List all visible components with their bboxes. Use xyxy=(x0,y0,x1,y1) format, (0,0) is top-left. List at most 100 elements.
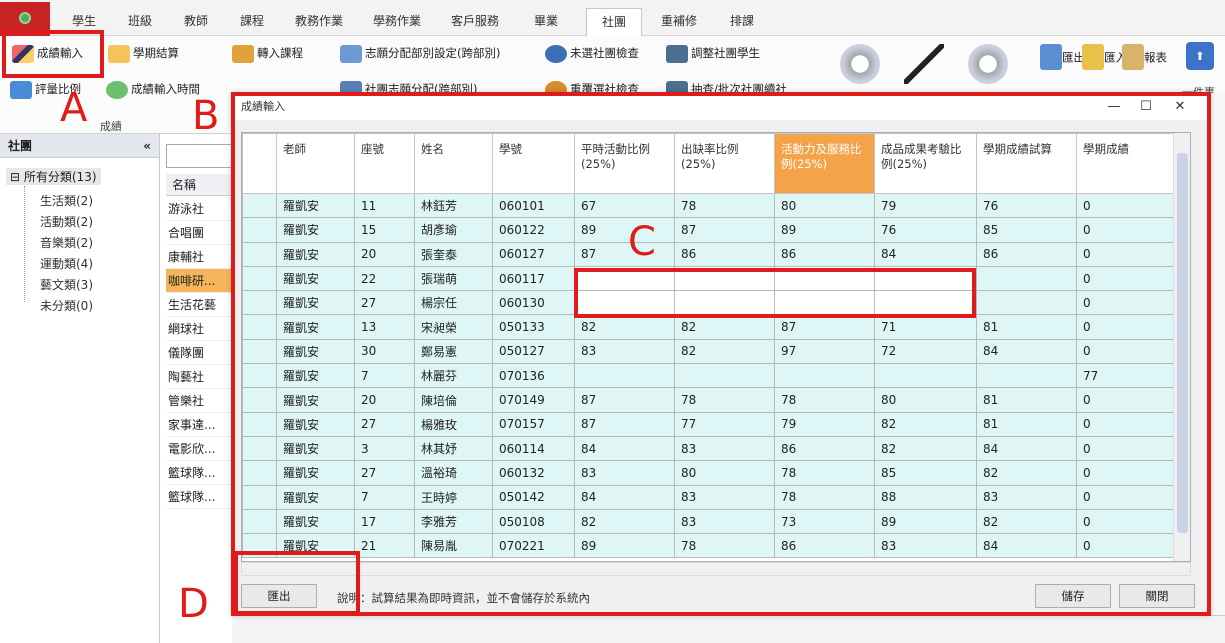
table-cell[interactable]: 86 xyxy=(774,435,875,462)
score-grid[interactable]: 老師 座號 姓名 學號 平時活動比例(25%) 出缺率比例(25%) 活動力及服… xyxy=(241,132,1191,562)
table-cell[interactable]: 80 xyxy=(674,460,775,486)
table-cell[interactable]: 97 xyxy=(774,338,875,365)
tab-student-affairs[interactable]: 學務作業 xyxy=(360,8,434,36)
table-cell[interactable] xyxy=(574,290,675,316)
maximize-icon[interactable]: ☐ xyxy=(1131,94,1161,120)
tree-root[interactable]: ⊟ 所有分類(13) xyxy=(6,168,101,185)
tab-academic[interactable]: 教務作業 xyxy=(282,8,356,36)
semester-settle-button[interactable]: 學期結算 xyxy=(108,42,179,64)
table-cell[interactable] xyxy=(674,363,775,389)
table-cell[interactable]: 84 xyxy=(574,484,675,510)
table-cell[interactable]: 80 xyxy=(774,192,875,219)
row-header-cell[interactable] xyxy=(242,290,277,316)
table-cell[interactable]: 79 xyxy=(774,411,875,437)
table-cell[interactable]: 82 xyxy=(674,314,775,340)
table-cell[interactable]: 86 xyxy=(774,241,875,267)
club-list-item-selected[interactable]: 咖啡研... xyxy=(166,269,232,293)
table-cell[interactable]: 78 xyxy=(774,484,875,510)
tree-item-category[interactable]: 運動類(4) xyxy=(40,255,93,272)
table-cell[interactable]: 84 xyxy=(574,435,675,462)
tree-item-category[interactable]: 生活類(2) xyxy=(40,192,93,209)
app-menu-button[interactable] xyxy=(0,2,50,38)
table-row[interactable]: 羅凱安 27 楊宗任 060130 0 xyxy=(242,290,1175,316)
table-cell[interactable]: 83 xyxy=(574,338,675,365)
wish-setting-button[interactable]: 志願分配部別設定(跨部別) xyxy=(340,42,500,64)
col-header-product-ratio[interactable]: 成品成果考驗比例(25%) xyxy=(874,133,977,194)
table-cell[interactable]: 87 xyxy=(674,217,775,243)
table-cell[interactable] xyxy=(874,265,977,292)
table-row[interactable]: 羅凱安 17 李雅芳 050108 82 83 73 89 82 0 xyxy=(242,508,1175,535)
row-header-cell[interactable] xyxy=(242,192,277,219)
table-cell[interactable]: 88 xyxy=(874,484,977,510)
scroll-thumb[interactable] xyxy=(1177,153,1188,533)
table-row[interactable]: 羅凱安 11 林鈺芳 060101 67 78 80 79 76 0 xyxy=(242,192,1175,219)
tab-course[interactable]: 課程 xyxy=(226,8,278,36)
row-header-cell[interactable] xyxy=(242,411,277,437)
tab-club[interactable]: 社團 xyxy=(586,8,642,36)
table-cell[interactable]: 89 xyxy=(774,217,875,243)
table-cell[interactable]: 71 xyxy=(874,314,977,340)
tab-scheduling[interactable]: 排課 xyxy=(714,8,770,36)
transfer-arrow-icon[interactable] xyxy=(904,44,944,84)
score-input-button[interactable]: 成績輸入 xyxy=(12,42,83,64)
table-row[interactable]: 羅凱安 20 張奎泰 060127 87 86 86 84 86 0 xyxy=(242,241,1175,267)
row-header-cell[interactable] xyxy=(242,338,277,365)
table-cell[interactable] xyxy=(774,363,875,389)
table-cell[interactable]: 87 xyxy=(574,241,675,267)
row-header-cell[interactable] xyxy=(242,484,277,510)
tab-student[interactable]: 學生 xyxy=(58,8,110,36)
score-time-button[interactable]: 成績輸入時間 xyxy=(106,78,200,100)
club-list-item[interactable]: 家事達... xyxy=(166,413,232,437)
table-cell[interactable] xyxy=(774,265,875,292)
tree-item-category[interactable]: 活動類(2) xyxy=(40,213,93,230)
table-row[interactable]: 羅凱安 13 宋昶榮 050133 82 82 87 71 81 0 xyxy=(242,314,1175,340)
table-cell[interactable]: 82 xyxy=(674,338,775,365)
expand-icon[interactable]: ⊟ xyxy=(10,170,24,184)
row-header-cell[interactable] xyxy=(242,533,277,559)
table-row[interactable]: 羅凱安 27 溫裕琦 060132 83 80 78 85 82 0 xyxy=(242,460,1175,486)
export-ribbon-button[interactable]: 匯出 xyxy=(1040,44,1085,94)
table-cell[interactable]: 77 xyxy=(674,411,775,437)
tab-makeup[interactable]: 重補修 xyxy=(648,8,710,36)
tab-class[interactable]: 班級 xyxy=(114,8,166,36)
club-list-item[interactable]: 陶藝社 xyxy=(166,365,232,389)
tab-customer-service[interactable]: 客戶服務 xyxy=(438,8,512,36)
table-cell[interactable] xyxy=(574,265,675,292)
col-header-student-id[interactable]: 學號 xyxy=(492,133,575,194)
col-header-trial-score[interactable]: 學期成績試算 xyxy=(976,133,1077,194)
table-cell[interactable]: 78 xyxy=(674,387,775,413)
table-cell[interactable] xyxy=(774,290,875,316)
row-header-cell[interactable] xyxy=(242,314,277,340)
report-ribbon-button[interactable]: 報表 xyxy=(1122,44,1167,94)
remove-record-icon[interactable] xyxy=(968,44,1008,84)
table-cell[interactable]: 83 xyxy=(674,435,775,462)
row-header-cell[interactable] xyxy=(242,387,277,413)
club-list-item[interactable]: 康輔社 xyxy=(166,245,232,269)
table-row[interactable]: 羅凱安 27 楊雅玫 070157 87 77 79 82 81 0 xyxy=(242,411,1175,437)
col-header-name[interactable]: 姓名 xyxy=(414,133,493,194)
table-cell[interactable] xyxy=(674,290,775,316)
row-header-cell[interactable] xyxy=(242,363,277,389)
table-row[interactable]: 羅凱安 7 王時婷 050142 84 83 78 88 83 0 xyxy=(242,484,1175,510)
table-cell[interactable]: 79 xyxy=(874,192,977,219)
table-cell[interactable]: 83 xyxy=(674,484,775,510)
table-cell[interactable]: 89 xyxy=(874,508,977,535)
tab-graduation[interactable]: 畢業 xyxy=(516,8,576,36)
table-cell[interactable]: 85 xyxy=(874,460,977,486)
table-cell[interactable]: 87 xyxy=(574,411,675,437)
tab-teacher[interactable]: 教師 xyxy=(170,8,222,36)
export-button[interactable]: 匯出 xyxy=(241,584,317,608)
table-cell[interactable]: 82 xyxy=(574,314,675,340)
add-record-icon[interactable] xyxy=(840,44,880,84)
table-row[interactable]: 羅凱安 20 陳培倫 070149 87 78 78 80 81 0 xyxy=(242,387,1175,413)
table-cell[interactable]: 82 xyxy=(874,435,977,462)
vertical-scrollbar[interactable] xyxy=(1173,133,1190,561)
table-row[interactable]: 羅凱安 3 林其妤 060114 84 83 86 82 84 0 xyxy=(242,435,1175,462)
col-header-teacher[interactable]: 老師 xyxy=(276,133,355,194)
minimize-icon[interactable]: — xyxy=(1099,94,1129,120)
table-cell[interactable]: 78 xyxy=(674,192,775,219)
row-header-cell[interactable] xyxy=(242,265,277,292)
table-row[interactable]: 羅凱安 21 陳易胤 070221 89 78 86 83 84 0 xyxy=(242,533,1175,559)
table-cell[interactable]: 83 xyxy=(574,460,675,486)
table-row[interactable]: 羅凱安 30 鄭易憲 050127 83 82 97 72 84 0 xyxy=(242,338,1175,365)
